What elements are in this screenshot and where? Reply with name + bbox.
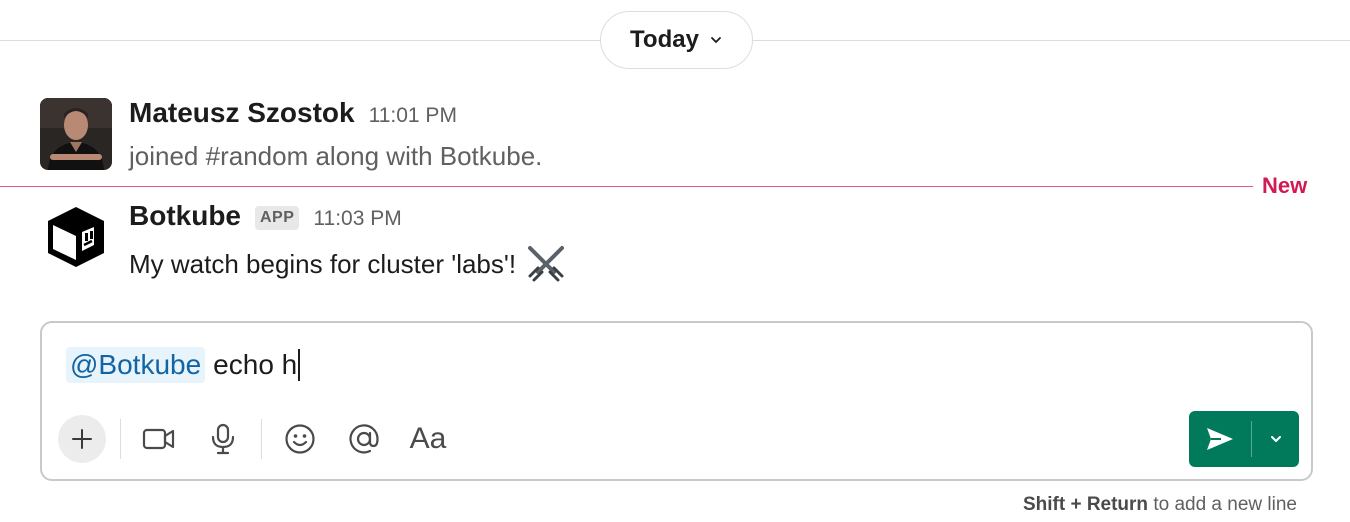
message-composer[interactable]: @Botkube echo h Aa bbox=[40, 321, 1313, 481]
avatar[interactable] bbox=[40, 98, 112, 170]
message-author[interactable]: Mateusz Szostok bbox=[129, 97, 355, 129]
message-header: Botkube APP 11:03 PM bbox=[129, 200, 402, 233]
toolbar-divider bbox=[120, 419, 121, 459]
message-text: joined #random along with Botkube. bbox=[129, 141, 543, 171]
new-messages-divider bbox=[0, 186, 1253, 187]
chevron-down-icon bbox=[1270, 436, 1281, 442]
botkube-logo-icon bbox=[40, 201, 112, 273]
app-badge: APP bbox=[255, 206, 300, 230]
emoji-button[interactable] bbox=[276, 415, 324, 463]
formatting-button[interactable]: Aa bbox=[404, 415, 452, 463]
message-timestamp[interactable]: 11:03 PM bbox=[313, 207, 401, 231]
mention-chip[interactable]: @Botkube bbox=[66, 347, 206, 383]
crossed-swords-icon[interactable] bbox=[524, 244, 568, 284]
avatar[interactable] bbox=[40, 201, 112, 273]
composer-hint: Shift + Return to add a new line bbox=[1023, 494, 1297, 516]
mention-icon bbox=[349, 424, 379, 454]
new-messages-label: New bbox=[1262, 173, 1308, 198]
formatting-icon: Aa bbox=[409, 422, 447, 455]
microphone-icon bbox=[211, 423, 235, 455]
chevron-down-icon bbox=[711, 37, 721, 43]
audio-clip-button[interactable] bbox=[199, 415, 247, 463]
send-button-group bbox=[1189, 411, 1299, 467]
user-photo-icon bbox=[40, 98, 112, 170]
plus-icon bbox=[72, 429, 92, 449]
toolbar-divider bbox=[261, 419, 262, 459]
input-text: echo h bbox=[213, 349, 298, 380]
message-text: My watch begins for cluster 'labs'! bbox=[129, 248, 517, 279]
video-clip-button[interactable] bbox=[135, 415, 183, 463]
send-icon bbox=[1207, 428, 1233, 450]
message-author[interactable]: Botkube bbox=[129, 200, 241, 232]
message-timestamp[interactable]: 11:01 PM bbox=[369, 104, 457, 128]
attach-button[interactable] bbox=[58, 415, 106, 463]
date-label: Today bbox=[630, 26, 699, 53]
message-input[interactable]: @Botkube echo h bbox=[66, 343, 301, 387]
hint-text: to add a new line bbox=[1148, 494, 1297, 515]
schedule-send-dropdown[interactable] bbox=[1252, 411, 1299, 467]
hint-keys: Shift + Return bbox=[1022, 494, 1149, 515]
composer-toolbar: Aa bbox=[58, 415, 452, 463]
send-button[interactable] bbox=[1189, 411, 1251, 467]
emoji-icon bbox=[285, 424, 315, 454]
mention-button[interactable] bbox=[340, 415, 388, 463]
message-body: My watch begins for cluster 'labs'! bbox=[129, 244, 568, 284]
video-icon bbox=[142, 428, 175, 450]
date-divider-button[interactable]: Today bbox=[600, 11, 753, 69]
text-caret bbox=[298, 349, 301, 381]
message-header: Mateusz Szostok 11:01 PM bbox=[129, 97, 457, 129]
